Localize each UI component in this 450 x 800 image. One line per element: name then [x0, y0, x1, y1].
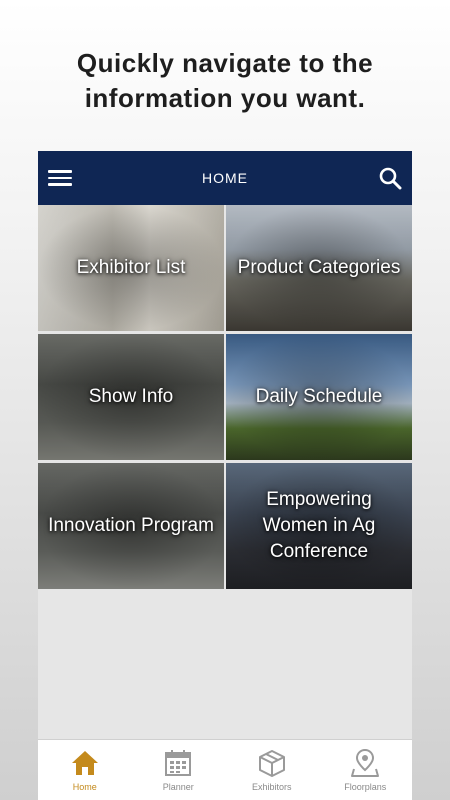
tab-planner[interactable]: Planner [132, 740, 226, 800]
tile-label: Product Categories [237, 257, 401, 278]
tile-label: Show Info [88, 386, 174, 407]
map-pin-icon [351, 748, 380, 777]
tile-empowering-women-in-ag[interactable]: Empowering Women in Ag Conference [226, 463, 412, 589]
tile-product-categories[interactable]: Product Categories [226, 205, 412, 331]
home-icon [71, 751, 98, 775]
promo-line-1: Quickly navigate to the [76, 48, 374, 78]
tile-label: Exhibitor List [76, 257, 186, 278]
tab-label: Exhibitors [251, 782, 292, 792]
page-title: HOME [202, 170, 248, 186]
tile-innovation-program[interactable]: Innovation Program [38, 463, 224, 589]
tile-label: Innovation Program [48, 515, 214, 536]
calendar-icon [165, 750, 192, 776]
box-icon [258, 750, 285, 777]
tile-label: Empowering Women in Ag Conference [262, 489, 376, 562]
tab-home[interactable]: Home [38, 740, 132, 800]
tile-daily-schedule[interactable]: Daily Schedule [226, 334, 412, 460]
promo-headline: Quickly navigate to the information you … [0, 46, 450, 116]
app-bar: HOME [38, 151, 412, 205]
search-icon[interactable] [378, 166, 402, 190]
tab-floorplans[interactable]: Floorplans [319, 740, 413, 800]
tab-exhibitors[interactable]: Exhibitors [225, 740, 319, 800]
promo-line-2: information you want. [84, 83, 366, 113]
tile-show-info[interactable]: Show Info [38, 334, 224, 460]
tab-label: Floorplans [344, 782, 387, 792]
tab-label: Planner [162, 782, 194, 792]
tab-label: Home [72, 782, 97, 792]
tile-label: Daily Schedule [255, 386, 383, 407]
phone-screen: HOME Exhibitor List Product Categories S… [38, 151, 412, 800]
tile-exhibitor-list[interactable]: Exhibitor List [38, 205, 224, 331]
bottom-tab-bar: Home Planner Exhibitors Floorplans [38, 739, 412, 800]
